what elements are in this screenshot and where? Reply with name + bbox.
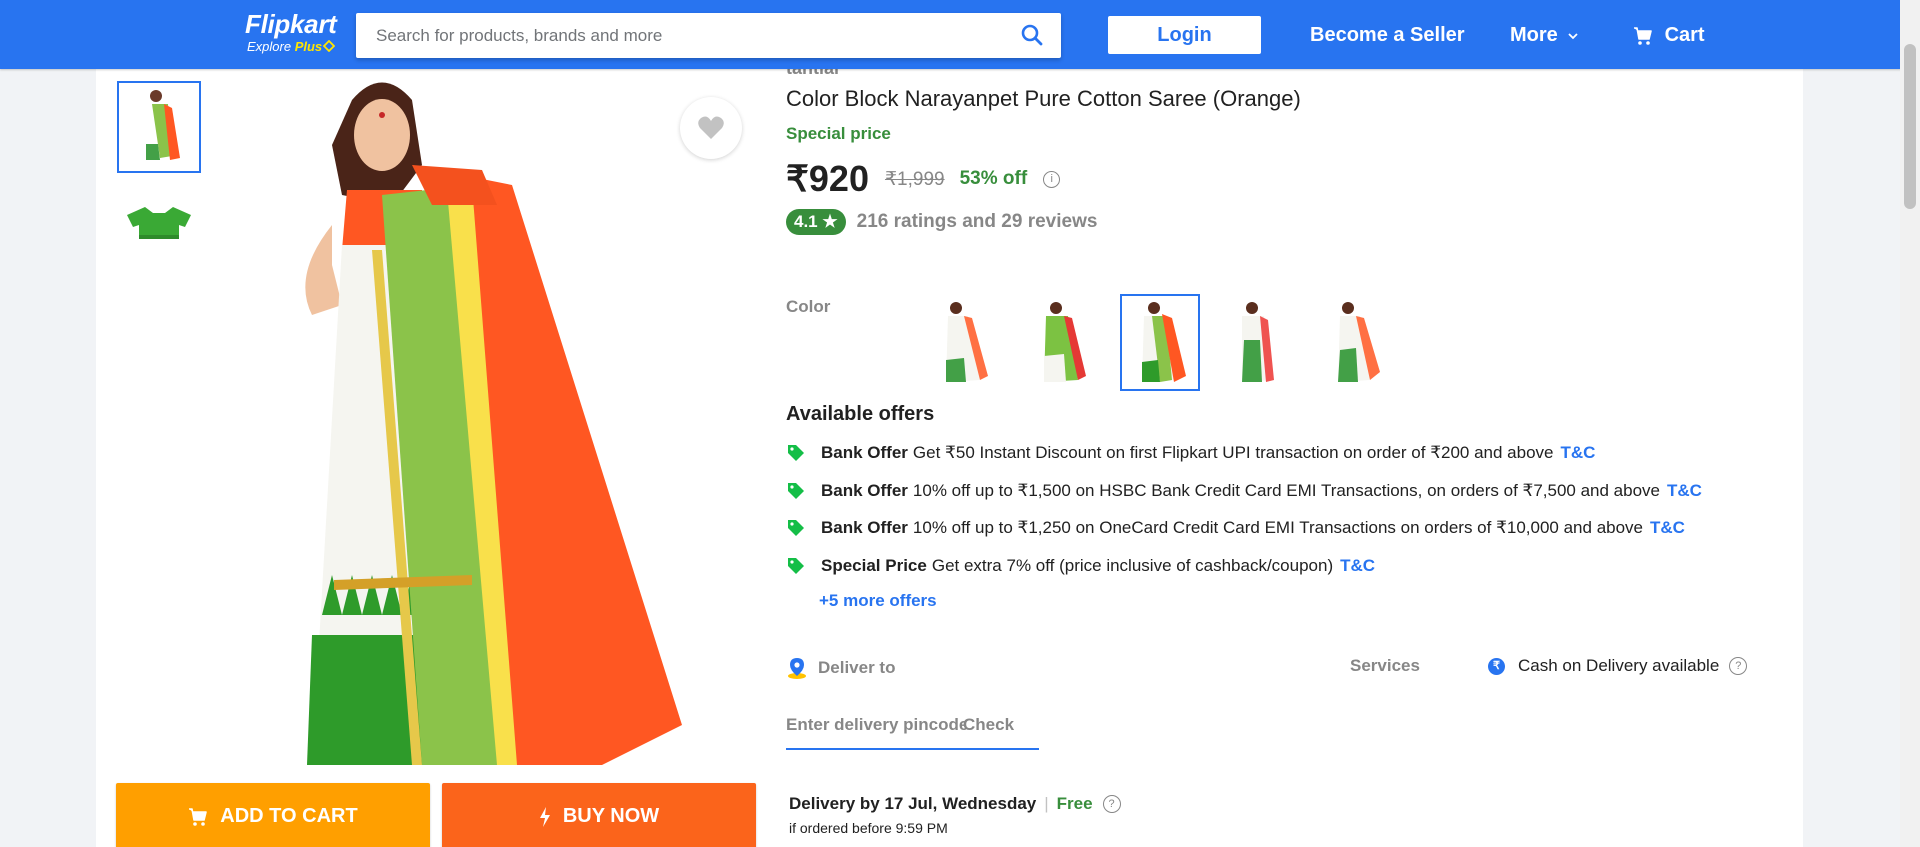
rating-value: 4.1 [794,212,818,231]
blouse-thumbnail-image [127,207,191,239]
chevron-down-icon [1568,33,1578,39]
product-title: Color Block Narayanpet Pure Cotton Saree… [786,86,1301,111]
original-price: ₹1,999 [884,168,945,190]
thumbnail-blouse[interactable] [117,179,201,271]
cod-info: ₹ Cash on Delivery available ? [1488,656,1748,676]
cart-icon [1634,26,1652,45]
ratings-count[interactable]: 216 ratings and 29 reviews [857,211,1098,233]
login-button[interactable]: Login [1108,16,1261,54]
swatch-image [946,301,988,382]
page-scrollbar[interactable] [1900,0,1920,847]
buy-now-label: BUY NOW [562,805,660,827]
top-header: Flipkart Explore Plus Login Become a Sel… [0,0,1920,69]
offer-text: 10% off up to ₹1,500 on HSBC Bank Credit… [912,481,1661,500]
offer-type: Bank Offer [821,518,908,537]
offer-type: Special Price [821,556,927,575]
add-to-cart-label: ADD TO CART [220,805,358,827]
color-label: Color [786,297,831,316]
offer-item: Bank Offer Get ₹50 Instant Discount on f… [786,443,1595,463]
more-label: More [1510,24,1558,46]
order-before-note: if ordered before 9:59 PM [789,820,948,836]
color-swatch-3-selected[interactable] [1120,294,1200,391]
location-pin-icon [788,658,806,679]
logo-tagline: Explore Plus [247,39,337,55]
color-swatch-1[interactable] [924,294,1004,391]
pincode-field: Check [786,711,1039,750]
offer-text: Get extra 7% off (price inclusive of cas… [931,556,1334,575]
search-icon[interactable] [1021,24,1043,51]
rating-badge[interactable]: 4.1 ★ [786,209,846,235]
saree-thumbnail-image [146,90,180,160]
help-icon[interactable]: ? [1729,657,1748,675]
color-swatches [924,294,1414,391]
deliver-to-label: Deliver to [818,658,896,677]
offer-item: Special Price Get extra 7% off (price in… [786,556,1375,576]
offer-text: 10% off up to ₹1,250 on OneCard Credit C… [912,518,1644,537]
available-offers-heading: Available offers [786,403,935,425]
color-swatch-2[interactable] [1022,294,1102,391]
search-box [356,13,1061,58]
color-swatch-5[interactable] [1316,294,1396,391]
swatch-image [1338,301,1380,382]
delivery-date-line: Delivery by 17 Jul, Wednesday | Free ? [789,794,1121,814]
thumbnail-saree-front[interactable] [117,81,201,173]
deliver-to: Deliver to [786,656,895,680]
rating-row: 4.1 ★ 216 ratings and 29 reviews [786,209,1097,235]
offer-tag-icon [788,445,804,461]
offer-type: Bank Offer [821,481,908,500]
more-menu[interactable]: More [1510,16,1579,54]
offer-tag-icon [788,483,804,499]
offer-tc-link[interactable]: T&C [1667,481,1702,501]
selling-price: ₹920 [786,158,869,199]
offer-item: Bank Offer 10% off up to ₹1,500 on HSBC … [786,481,1702,501]
separator: | [1044,794,1049,813]
services-label: Services [1350,656,1420,675]
offer-tc-link[interactable]: T&C [1340,556,1375,576]
offer-tag-icon [788,558,804,574]
check-pincode-button[interactable]: Check [963,711,1014,739]
image-thumbnails [117,81,201,277]
delivery-date: Delivery by 17 Jul, Wednesday [789,794,1037,813]
star-icon: ★ [822,212,838,231]
offer-type: Bank Offer [821,443,908,462]
search-input[interactable] [356,13,976,58]
offer-text: Get ₹50 Instant Discount on first Flipka… [912,443,1554,462]
cod-text: Cash on Delivery available [1518,656,1720,675]
rupee-icon: ₹ [1488,657,1505,675]
offer-tc-link[interactable]: T&C [1650,518,1685,538]
product-main-image[interactable] [272,75,712,775]
buy-now-button[interactable]: BUY NOW [442,783,756,847]
pincode-input[interactable] [786,711,966,739]
discount-percent: 53% off [959,168,1028,189]
logo-name: Flipkart [245,9,337,39]
swatch-image [1142,301,1186,382]
special-price-label: Special price [786,124,891,143]
color-swatch-4[interactable] [1218,294,1298,391]
help-icon[interactable]: ? [1102,795,1121,813]
offer-item: Bank Offer 10% off up to ₹1,250 on OneCa… [786,518,1685,538]
price-row: ₹920 ₹1,999 53% off i [786,158,1061,200]
offer-tc-link[interactable]: T&C [1561,443,1596,463]
info-icon[interactable]: i [1043,170,1061,188]
scrollbar-thumb[interactable] [1904,44,1916,209]
become-seller-link[interactable]: Become a Seller [1310,16,1465,54]
flipkart-logo[interactable]: Flipkart Explore Plus [245,9,337,55]
cart-link[interactable]: Cart [1633,16,1705,54]
cart-icon [189,807,208,826]
swatch-image [1044,301,1086,382]
offer-tag-icon [788,520,804,536]
plus-icon [322,39,336,53]
lightning-icon [539,806,550,827]
wishlist-button[interactable] [680,97,742,159]
swatch-image [1242,301,1274,382]
more-offers-link[interactable]: +5 more offers [819,591,937,611]
free-delivery-label: Free [1056,794,1093,813]
cart-label: Cart [1664,24,1705,46]
add-to-cart-button[interactable]: ADD TO CART [116,783,430,847]
heart-icon [698,116,724,139]
